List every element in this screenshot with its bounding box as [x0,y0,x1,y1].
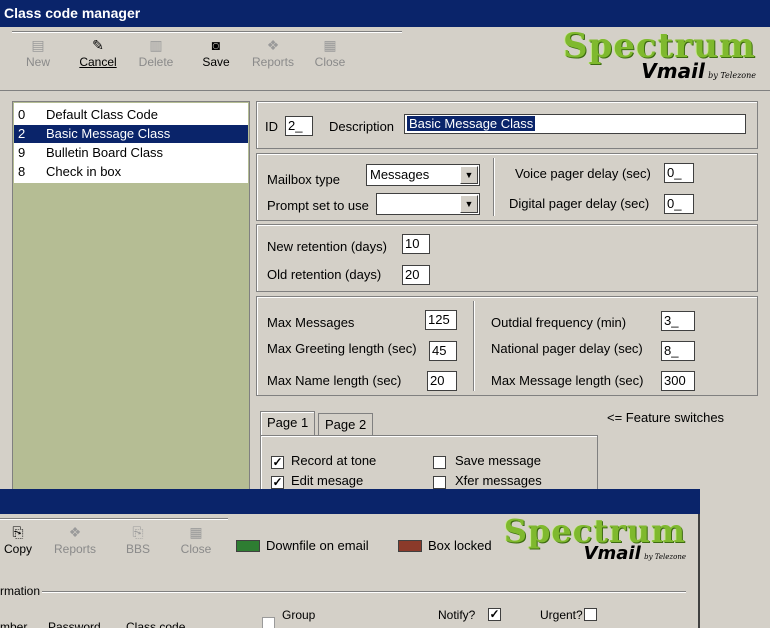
retention-panel: New retention (days) 10 Old retention (d… [256,224,758,292]
window-title: Class code manager [0,0,770,27]
edit-message-label: Edit mesage [291,473,364,488]
chevron-down-icon[interactable]: ▼ [460,195,478,213]
save-button[interactable]: ◙ Save [194,37,238,69]
max-greeting-input[interactable]: 45 [429,341,457,361]
list-item[interactable]: 9 Bulletin Board Class [14,144,248,162]
mailbox-window-titlebar [0,489,700,514]
list-item[interactable]: 8 Check in box [14,163,248,181]
reports-button[interactable]: ❖ Reports [248,37,298,69]
mailbox-panel: Mailbox type Messages ▼ Prompt set to us… [256,153,758,221]
max-name-input[interactable]: 20 [427,371,457,391]
information-section-label: rmation [0,584,41,598]
chevron-down-icon[interactable]: ▼ [460,166,478,184]
close-button[interactable]: ▦ Close [308,37,352,69]
delete-button[interactable]: ▥ Delete [134,37,178,69]
max-greeting-label: Max Greeting length (sec) [267,341,417,356]
urgent-checkbox[interactable] [584,608,597,621]
panel-divider [493,158,495,216]
prompt-set-select[interactable]: ▼ [376,193,480,215]
group-label: Group [282,608,316,622]
toolbar-divider [0,518,228,520]
save-message-label: Save message [455,453,541,468]
prompt-set-label: Prompt set to use [267,198,369,213]
outdial-frequency-label: Outdial frequency (min) [491,315,627,330]
mailbox-type-select[interactable]: Messages ▼ [366,164,480,186]
feature-switches-hint: <= Feature switches [607,410,725,425]
record-at-tone-checkbox[interactable]: ✓ [271,456,284,469]
new-retention-input[interactable]: 10 [402,234,430,254]
old-retention-label: Old retention (days) [267,267,382,282]
member-column-header: mber [0,620,28,628]
edit-message-checkbox[interactable]: ✓ [271,476,284,489]
tab-page-2[interactable]: Page 2 [318,413,374,437]
max-message-length-input[interactable]: 300 [661,371,695,391]
toolbar-divider [12,31,402,33]
spectrum-vmail-logo: Spectrum Vmail by Telezone [563,26,756,83]
panel-divider [473,301,475,391]
max-messages-label: Max Messages [267,315,355,330]
downfile-label: Downfile on email [266,538,369,553]
group-checkbox[interactable] [262,617,275,628]
digital-pager-label: Digital pager delay (sec) [509,196,650,211]
old-retention-input[interactable]: 20 [402,265,430,285]
national-pager-input[interactable]: 8_ [661,341,695,361]
urgent-label: Urgent? [540,608,583,622]
new-button[interactable]: ▤ New [16,37,60,69]
list-item[interactable]: 0 Default Class Code [14,106,248,124]
cancel-icon: ✎ [92,37,104,53]
reports-button[interactable]: ❖ Reports [50,524,100,556]
outdial-frequency-input[interactable]: 3_ [661,311,695,331]
max-message-length-label: Max Message length (sec) [491,373,644,388]
new-retention-label: New retention (days) [267,239,387,254]
close-door-icon: ▦ [323,37,337,53]
box-locked-indicator [398,540,422,552]
copy-button[interactable]: ⎘ Copy [0,524,40,556]
record-at-tone-label: Record at tone [291,453,377,468]
max-messages-input[interactable]: 125 [425,310,457,330]
max-name-label: Max Name length (sec) [267,373,402,388]
voice-pager-label: Voice pager delay (sec) [515,166,651,181]
spectrum-vmail-logo: Spectrum Vmail by Telezone [503,512,686,564]
voice-pager-input[interactable]: 0_ [664,163,694,183]
save-icon: ◙ [211,37,221,53]
id-label: ID [265,119,278,134]
mailbox-window: ⎘ Copy ❖ Reports ⎘ BBS ▦ Close Downfile … [0,489,700,628]
new-icon: ▤ [31,37,45,53]
id-description-panel: ID 2_ Description Basic Message Class [256,101,758,149]
limits-panel: Max Messages 125 Max Greeting length (se… [256,296,758,396]
description-label: Description [329,119,395,134]
feature-switches-panel: ✓ Record at tone Save message ✓ Edit mes… [260,435,598,495]
reports-icon: ❖ [266,37,280,53]
close-button[interactable]: ▦ Close [174,524,218,556]
bbs-button[interactable]: ⎘ BBS [116,524,160,556]
reports-icon: ❖ [68,524,82,540]
notify-label: Notify? [438,608,476,622]
delete-icon: ▥ [149,37,163,53]
description-input[interactable]: Basic Message Class [404,114,746,134]
id-input[interactable]: 2_ [285,116,313,136]
national-pager-label: National pager delay (sec) [491,341,643,356]
save-message-checkbox[interactable] [433,456,446,469]
class-code-column-header: Class code [126,620,186,628]
downfile-indicator [236,540,260,552]
tab-page-1[interactable]: Page 1 [260,411,316,435]
password-column-header: Password [48,620,101,628]
copy-icon: ⎘ [12,524,24,540]
mailbox-type-label: Mailbox type [267,172,340,187]
digital-pager-input[interactable]: 0_ [664,194,694,214]
list-item-selected[interactable]: 2 Basic Message Class [14,125,248,143]
cancel-button[interactable]: ✎ Cancel [72,37,124,69]
bbs-icon: ⎘ [132,524,144,540]
xfer-messages-label: Xfer messages [455,473,542,488]
close-door-icon: ▦ [189,524,203,540]
toolbar: ▤ New ✎ Cancel ▥ Delete ◙ Save ❖ Reports… [0,27,770,91]
xfer-messages-checkbox[interactable] [433,476,446,489]
section-divider [42,591,686,593]
notify-checkbox[interactable]: ✓ [488,608,501,621]
box-locked-label: Box locked [428,538,492,553]
